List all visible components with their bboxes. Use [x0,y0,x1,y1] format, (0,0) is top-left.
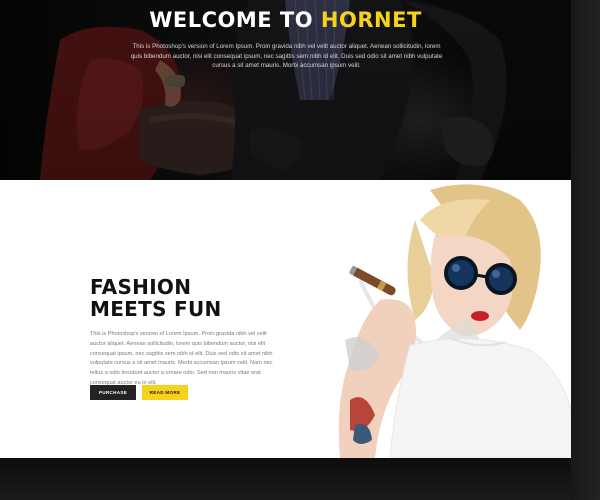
fashion-heading: FASHION MEETS FUN [90,276,290,320]
fashion-model-photo [320,180,571,458]
fashion-description: This is Photoshop's version of Lorem Ips… [90,331,273,386]
fashion-section: FASHION MEETS FUN This is Photoshop's ve… [0,180,571,458]
page-margin [571,0,600,500]
fashion-heading-line2: MEETS FUN [90,297,222,321]
hero-section: WELCOME TO HORNET This is Photoshop's ve… [0,0,571,180]
purchase-button[interactable]: PURCHASE [90,385,136,400]
hero-title-prefix: WELCOME TO [149,8,321,32]
read-more-button[interactable]: READ MORE [142,385,188,400]
fashion-heading-line1: FASHION [90,275,192,299]
hero-title: WELCOME TO HORNET [0,8,571,32]
next-section-strip [0,458,571,500]
hero-description: This is Photoshop's version of Lorem Ips… [130,43,443,69]
hero-title-accent: HORNET [320,8,422,32]
